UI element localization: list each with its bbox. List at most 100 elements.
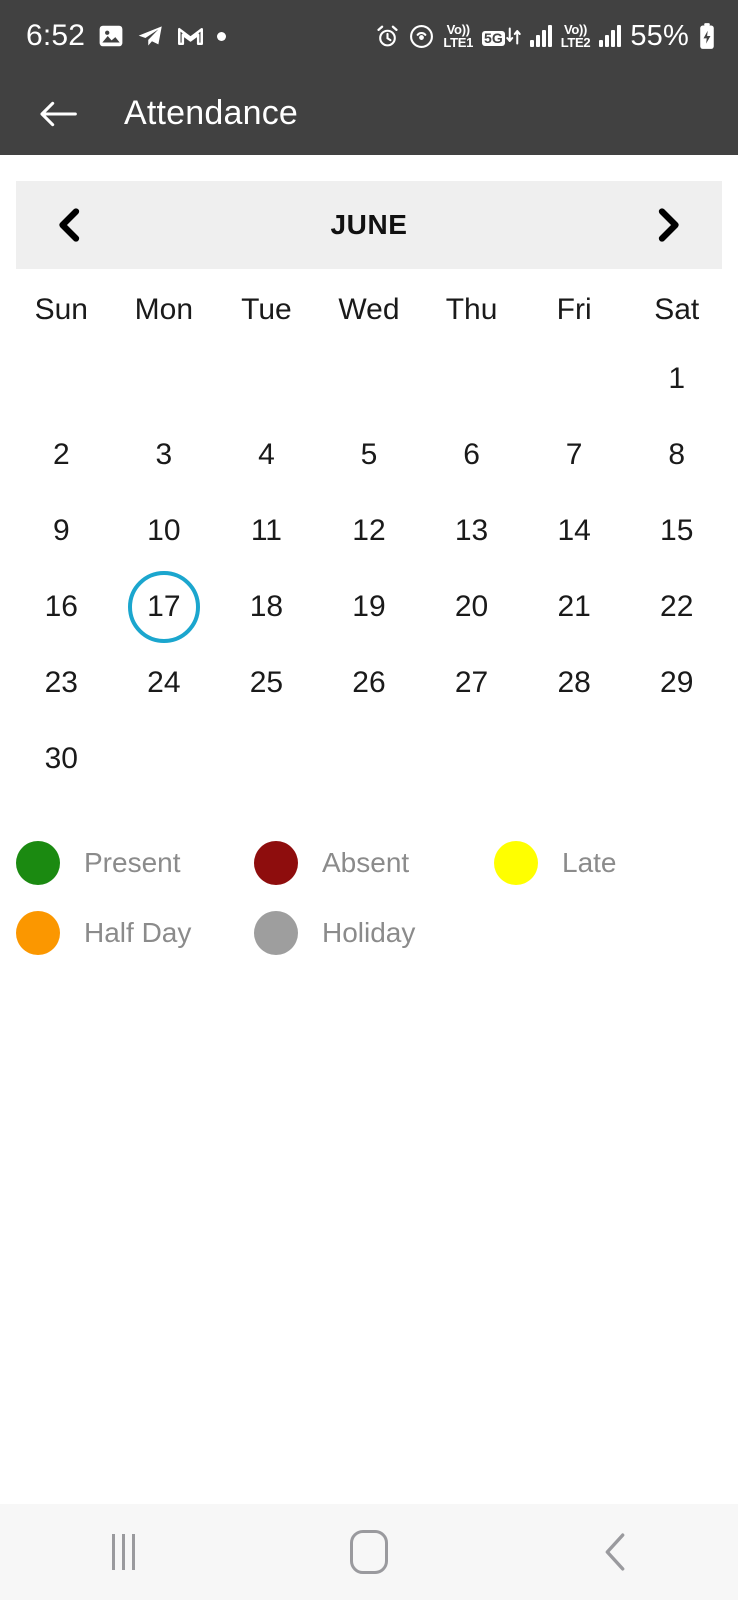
status-bar: 6:52 Vo)) LTE1 5G Vo)) LTE2 55% bbox=[0, 0, 738, 72]
calendar-cell[interactable]: 26 bbox=[318, 645, 421, 721]
page-title: Attendance bbox=[124, 94, 299, 132]
attendance-legend: Present Absent Late Half Day Holiday bbox=[0, 841, 738, 981]
hotspot-icon bbox=[409, 24, 434, 49]
legend-item-absent: Absent bbox=[254, 841, 494, 885]
gmail-icon bbox=[177, 23, 204, 50]
legend-label: Absent bbox=[322, 847, 410, 878]
calendar-cell[interactable]: 3 bbox=[113, 417, 216, 493]
system-navigation-bar bbox=[0, 1504, 738, 1600]
legend-label: Late bbox=[562, 847, 617, 878]
weekday-header-fri: Fri bbox=[556, 293, 592, 326]
calendar-cell[interactable]: 16 bbox=[10, 569, 113, 645]
calendar-day-number: 10 bbox=[147, 514, 181, 547]
calendar-cell[interactable]: 5 bbox=[318, 417, 421, 493]
calendar-day-number: 15 bbox=[660, 514, 694, 547]
calendar-cell[interactable]: 10 bbox=[113, 493, 216, 569]
calendar-cell[interactable]: 15 bbox=[625, 493, 728, 569]
calendar-day-number: 27 bbox=[454, 666, 489, 699]
calendar-cell[interactable]: 22 bbox=[625, 569, 728, 645]
photos-icon bbox=[98, 23, 124, 49]
weekday-header-sun: Sun bbox=[34, 293, 88, 326]
calendar-cell[interactable]: 1 bbox=[625, 341, 728, 417]
volte-1-icon: Vo)) LTE1 bbox=[443, 22, 474, 50]
calendar-cell[interactable]: 27 bbox=[420, 645, 523, 721]
calendar-day-number: 5 bbox=[360, 438, 378, 471]
calendar-day-number: 2 bbox=[52, 438, 70, 471]
calendar-day-number: 6 bbox=[463, 438, 480, 471]
weekday-header-wed: Wed bbox=[338, 293, 400, 326]
legend-label: Half Day bbox=[84, 917, 192, 948]
calendar-day-number: 22 bbox=[660, 590, 694, 623]
app-bar: Attendance bbox=[0, 72, 738, 155]
calendar-cell[interactable]: 9 bbox=[10, 493, 113, 569]
calendar-day-number: 12 bbox=[352, 514, 386, 547]
legend-dot-icon bbox=[16, 841, 60, 885]
calendar-day-number: 3 bbox=[155, 438, 173, 471]
legend-row: Half Day Holiday bbox=[16, 911, 722, 955]
legend-item-half-day: Half Day bbox=[16, 911, 254, 955]
weekday-header-tue: Tue bbox=[241, 293, 292, 326]
calendar-cell[interactable]: 13 bbox=[420, 493, 523, 569]
legend-dot-icon bbox=[254, 841, 298, 885]
calendar-day-number: 7 bbox=[565, 438, 583, 471]
calendar-cell[interactable]: 12 bbox=[318, 493, 421, 569]
previous-month-button[interactable] bbox=[42, 197, 98, 253]
main-content: JUNE Sun Mon Tue Wed Thu Fri Sat 1 2 3 4 5 6 7 8 9 10 11… bbox=[0, 155, 738, 1504]
calendar-cell[interactable]: 2 bbox=[10, 417, 113, 493]
battery-charging-icon bbox=[698, 22, 716, 50]
calendar-day-number: 13 bbox=[454, 514, 489, 547]
home-icon bbox=[350, 1530, 388, 1574]
next-month-button[interactable] bbox=[640, 197, 696, 253]
calendar-cell[interactable]: 7 bbox=[523, 417, 626, 493]
back-arrow-icon[interactable] bbox=[30, 86, 86, 142]
signal-bars-2-icon bbox=[599, 25, 622, 47]
calendar-cell[interactable]: 17 bbox=[113, 569, 216, 645]
system-back-button[interactable] bbox=[555, 1516, 675, 1588]
calendar-cell[interactable]: 30 bbox=[10, 721, 113, 797]
volte-2-icon: Vo)) LTE2 bbox=[560, 22, 591, 50]
status-bar-left: 6:52 bbox=[26, 19, 227, 53]
legend-item-holiday: Holiday bbox=[254, 911, 494, 955]
back-chevron-icon bbox=[605, 1533, 625, 1571]
calendar-cell[interactable]: 25 bbox=[215, 645, 318, 721]
calendar-cell[interactable]: 28 bbox=[523, 645, 626, 721]
calendar-cell[interactable]: 19 bbox=[318, 569, 421, 645]
calendar-cell[interactable]: 14 bbox=[523, 493, 626, 569]
calendar-cell-empty bbox=[10, 341, 113, 417]
legend-dot-icon bbox=[494, 841, 538, 885]
calendar-day-number: 30 bbox=[44, 742, 78, 775]
weekday-header-sat: Sat bbox=[654, 293, 700, 326]
status-bar-clock: 6:52 bbox=[26, 19, 86, 52]
month-navigation-bar: JUNE bbox=[16, 181, 722, 269]
calendar-cell[interactable]: 6 bbox=[420, 417, 523, 493]
calendar-day-number: 26 bbox=[352, 666, 386, 699]
calendar-cell[interactable]: 23 bbox=[10, 645, 113, 721]
calendar-cell[interactable]: 24 bbox=[113, 645, 216, 721]
calendar-day-number: 19 bbox=[352, 590, 386, 623]
calendar-cell[interactable]: 11 bbox=[215, 493, 318, 569]
calendar-day-number: 20 bbox=[454, 590, 489, 623]
calendar-day-number: 25 bbox=[249, 666, 284, 699]
calendar-day-number: 18 bbox=[249, 590, 284, 623]
signal-bars-1-icon bbox=[529, 25, 552, 47]
calendar-cell-empty bbox=[523, 341, 626, 417]
recents-button[interactable] bbox=[63, 1516, 183, 1588]
phone-screen: 6:52 Vo)) LTE1 5G Vo)) LTE2 55% Attendan… bbox=[0, 0, 738, 1600]
calendar-cell[interactable]: 20 bbox=[420, 569, 523, 645]
home-button[interactable] bbox=[309, 1516, 429, 1588]
recents-icon bbox=[111, 1534, 135, 1570]
telegram-icon bbox=[137, 23, 164, 50]
calendar-cell-empty bbox=[215, 341, 318, 417]
content-spacer bbox=[0, 981, 738, 1504]
calendar-cell[interactable]: 4 bbox=[215, 417, 318, 493]
calendar-cell[interactable]: 29 bbox=[625, 645, 728, 721]
legend-item-present: Present bbox=[16, 841, 254, 885]
legend-dot-icon bbox=[254, 911, 298, 955]
alarm-icon bbox=[375, 24, 400, 49]
calendar-cell[interactable]: 21 bbox=[523, 569, 626, 645]
calendar-day-number: 24 bbox=[147, 666, 181, 699]
calendar-cell-empty bbox=[420, 341, 523, 417]
calendar-cell[interactable]: 18 bbox=[215, 569, 318, 645]
calendar-cell[interactable]: 8 bbox=[625, 417, 728, 493]
calendar-day-number: 1 bbox=[668, 362, 686, 395]
